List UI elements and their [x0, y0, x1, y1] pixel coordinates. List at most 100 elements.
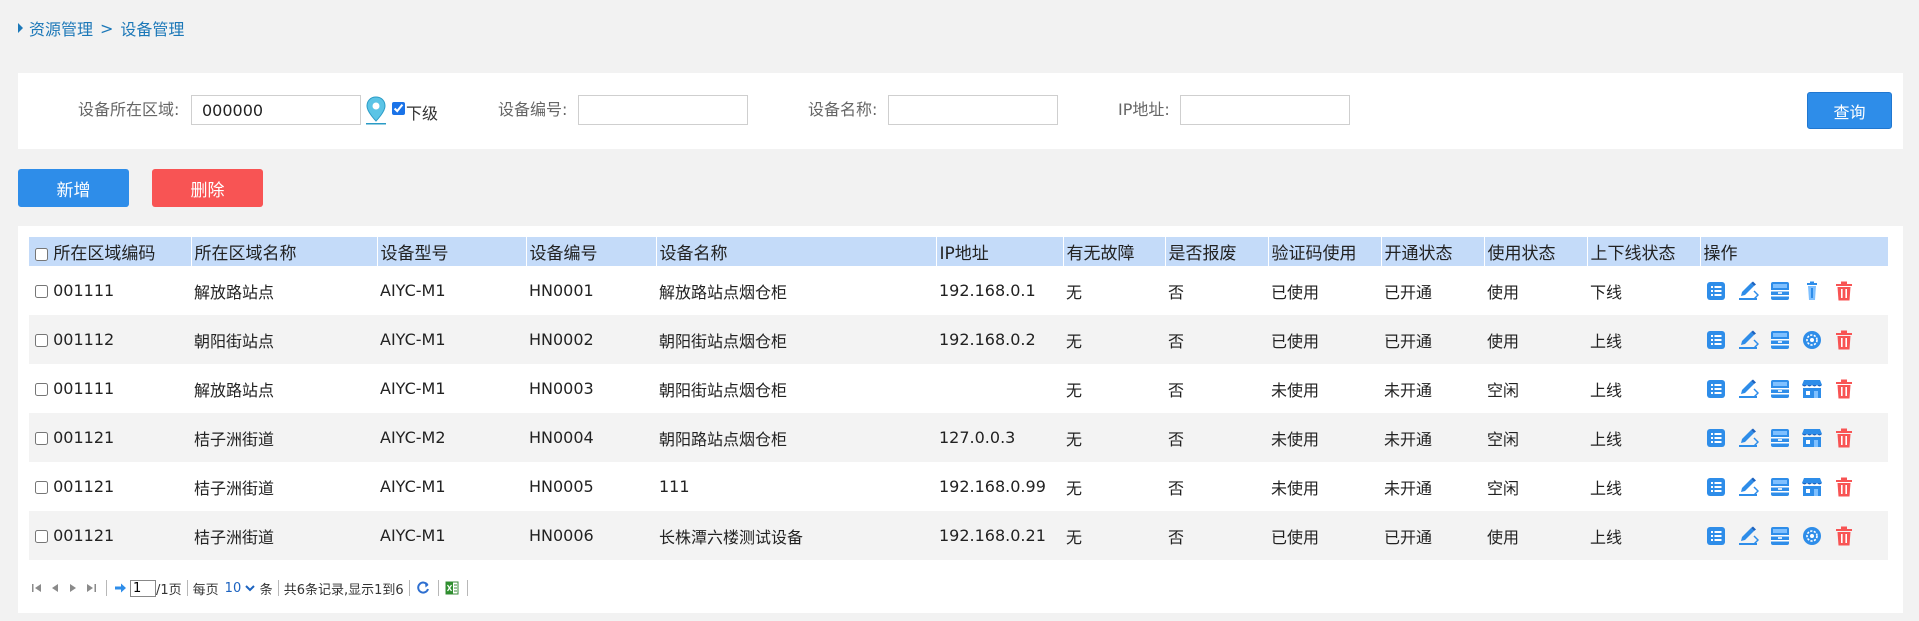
header-region-code[interactable]: 所在区域编码 [29, 237, 191, 266]
cabinet-icon[interactable] [1767, 425, 1793, 451]
list-icon[interactable] [1703, 425, 1729, 451]
cell-online: 上线 [1587, 413, 1700, 462]
edit-icon[interactable] [1735, 523, 1761, 549]
export-excel-icon[interactable] [444, 580, 460, 596]
go-page-icon[interactable] [112, 580, 128, 596]
first-page-icon[interactable] [29, 580, 45, 596]
table-panel: 所在区域编码 所在区域名称 设备型号 设备编号 设备名称 IP地址 有无故障 是… [18, 226, 1903, 613]
location-pin-icon[interactable] [365, 96, 387, 126]
cell-ops [1700, 315, 1888, 364]
edit-icon[interactable] [1735, 474, 1761, 500]
row-checkbox[interactable] [35, 530, 48, 543]
last-page-icon[interactable] [83, 580, 99, 596]
ip-input[interactable] [1180, 95, 1350, 125]
edit-icon[interactable] [1735, 425, 1761, 451]
edit-icon[interactable] [1735, 327, 1761, 353]
select-all-checkbox[interactable] [35, 247, 48, 261]
cell-device-no: HN0006 [526, 511, 656, 560]
per-page-unit: 条 [259, 582, 273, 598]
cabinet-icon[interactable] [1767, 278, 1793, 304]
device-no-label: 设备编号: [498, 100, 568, 119]
list-icon[interactable] [1703, 327, 1729, 353]
header-ip[interactable]: IP地址 [935, 237, 1063, 266]
prev-page-icon[interactable] [47, 580, 63, 596]
table-row[interactable]: 001112 朝阳街站点 AIYC-M1 HN0002 朝阳街站点烟仓柜 192.168.… [29, 315, 1888, 364]
query-button[interactable]: 查询 [1807, 92, 1892, 129]
cell-code-used: 未使用 [1271, 380, 1320, 400]
cell-ip: 192.168.0.1 [939, 281, 1036, 300]
list-icon[interactable] [1703, 523, 1729, 549]
table-row[interactable]: 001121 桔子洲街道 AIYC-M1 HN0005 111 192.168.0.99 无… [29, 462, 1888, 511]
sub-level-checkbox[interactable] [392, 102, 405, 115]
device-no-input[interactable] [578, 95, 748, 125]
cell-fault: 无 [1066, 282, 1083, 302]
store-icon[interactable] [1799, 376, 1825, 402]
row-checkbox[interactable] [35, 285, 48, 298]
header-scrapped[interactable]: 是否报废 [1164, 237, 1268, 266]
table-row[interactable]: 001121 桔子洲街道 AIYC-M1 HN0006 长株潭六楼测试设备 192.168… [29, 511, 1888, 560]
breadcrumb-parent[interactable]: 资源管理 [29, 16, 93, 40]
store-icon[interactable] [1799, 474, 1825, 500]
row-checkbox[interactable] [35, 432, 48, 445]
cell-online: 上线 [1587, 315, 1700, 364]
cell-ip: 127.0.0.3 [936, 413, 1063, 462]
delete-icon[interactable] [1831, 376, 1857, 402]
pager-divider [466, 580, 468, 596]
store-icon[interactable] [1799, 425, 1825, 451]
settings-circle-icon[interactable] [1799, 327, 1825, 353]
edit-icon[interactable] [1735, 376, 1761, 402]
breadcrumb: 资源管理 > 设备管理 [18, 17, 184, 39]
table-row[interactable]: 001111 解放路站点 AIYC-M1 HN0001 解放路站点烟仓柜 192.168.… [29, 266, 1888, 315]
page-size-select[interactable]: 10 [220, 579, 258, 597]
table-row[interactable]: 001121 桔子洲街道 AIYC-M2 HN0004 朝阳路站点烟仓柜 127.0.0.… [29, 413, 1888, 462]
device-name-input[interactable] [888, 95, 1058, 125]
cabinet-icon[interactable] [1767, 474, 1793, 500]
delete-icon[interactable] [1831, 474, 1857, 500]
cell-fault: 无 [1063, 511, 1165, 560]
next-page-icon[interactable] [65, 580, 81, 596]
row-checkbox[interactable] [35, 334, 48, 347]
cell-text: 001121 [53, 428, 115, 447]
header-usage[interactable]: 使用状态 [1483, 237, 1587, 266]
list-icon[interactable] [1703, 376, 1729, 402]
cell-text: 001111 [53, 379, 115, 398]
table-row[interactable]: 001111 解放路站点 AIYC-M1 HN0003 朝阳街站点烟仓柜 无 否 未使用 未开通… [29, 364, 1888, 413]
delete-icon[interactable] [1831, 278, 1857, 304]
region-input[interactable] [191, 95, 361, 125]
delete-icon[interactable] [1831, 523, 1857, 549]
cell-ops [1700, 413, 1888, 462]
edit-icon[interactable] [1735, 278, 1761, 304]
add-button[interactable]: 新增 [18, 169, 129, 207]
delete-icon[interactable] [1831, 425, 1857, 451]
delete-button[interactable]: 删除 [152, 169, 263, 207]
cabinet-icon[interactable] [1767, 376, 1793, 402]
header-fault[interactable]: 有无故障 [1062, 237, 1165, 266]
cell-opened: 未开通 [1384, 478, 1433, 498]
header-model[interactable]: 设备型号 [376, 237, 526, 266]
cell-region-name: 朝阳街站点 [191, 315, 377, 364]
header-online[interactable]: 上下线状态 [1586, 237, 1700, 266]
cabinet-icon[interactable] [1767, 523, 1793, 549]
list-icon[interactable] [1703, 474, 1729, 500]
refresh-icon[interactable] [415, 580, 431, 596]
cell-model: AIYC-M1 [380, 281, 446, 300]
cell-device-name: 朝阳街站点烟仓柜 [656, 315, 936, 364]
header-region-name[interactable]: 所在区域名称 [190, 237, 377, 266]
pager-divider [277, 580, 279, 596]
header-device-no[interactable]: 设备编号 [525, 237, 656, 266]
pager-divider [186, 580, 188, 596]
page-number-input[interactable] [130, 579, 156, 597]
row-checkbox[interactable] [35, 481, 48, 494]
list-icon[interactable] [1703, 278, 1729, 304]
trash-small-icon[interactable] [1799, 278, 1825, 304]
header-opened[interactable]: 开通状态 [1380, 237, 1484, 266]
cell-model: AIYC-M1 [380, 379, 446, 398]
row-checkbox[interactable] [35, 383, 48, 396]
header-ops: 操作 [1699, 237, 1888, 266]
cabinet-icon[interactable] [1767, 327, 1793, 353]
delete-icon[interactable] [1831, 327, 1857, 353]
settings-circle-icon[interactable] [1799, 523, 1825, 549]
header-code-used[interactable]: 验证码使用 [1267, 237, 1381, 266]
cell-usage: 使用 [1487, 282, 1520, 302]
header-device-name[interactable]: 设备名称 [655, 237, 936, 266]
